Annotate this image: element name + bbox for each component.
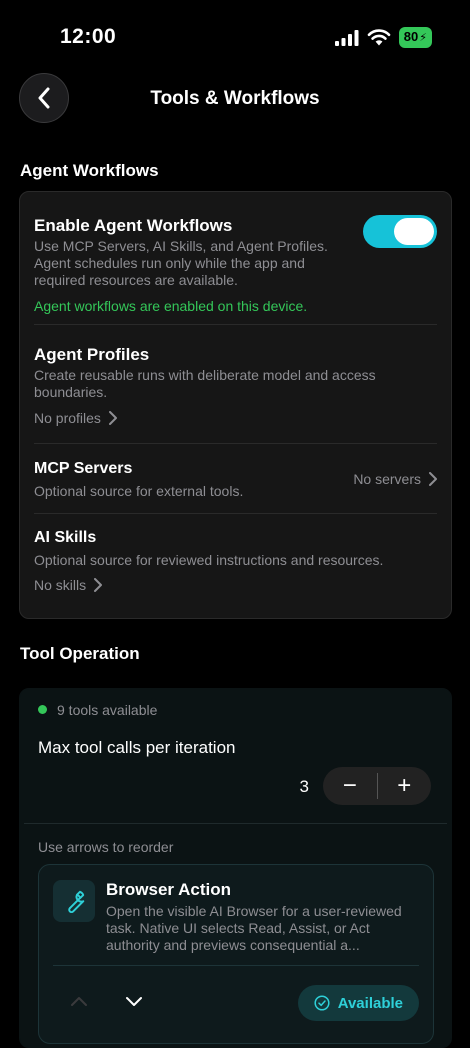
battery-indicator: 80⚡: [398, 27, 432, 48]
agent-profiles-link[interactable]: No profiles: [34, 410, 117, 426]
enable-workflows-toggle[interactable]: [363, 215, 437, 248]
check-circle-icon: [314, 995, 330, 1011]
mcp-servers-description: Optional source for external tools.: [34, 483, 244, 499]
mcp-servers-title: MCP Servers: [34, 460, 133, 477]
agent-profiles-description: Create reusable runs with deliberate mod…: [34, 367, 376, 400]
wrench-icon: [53, 880, 95, 922]
status-time: 12:00: [60, 25, 117, 48]
tools-available-count: 9 tools available: [57, 702, 158, 718]
ai-skills-row[interactable]: AI Skills Optional source for reviewed i…: [34, 514, 437, 619]
toggle-knob: [394, 218, 434, 245]
nav-header: Tools & Workflows: [0, 72, 470, 126]
increment-button[interactable]: +: [378, 767, 432, 805]
tools-status-dot: [38, 705, 47, 714]
move-up-arrow-icon[interactable]: [70, 996, 88, 1007]
chevron-right-icon: [108, 411, 117, 425]
enable-workflows-title: Enable Agent Workflows: [34, 216, 233, 235]
tool-description: Open the visible AI Browser for a user-r…: [106, 903, 402, 953]
agent-profiles-row[interactable]: Agent Profiles Create reusable runs with…: [34, 325, 437, 444]
enable-workflows-row: Enable Agent Workflows Use MCP Servers, …: [34, 192, 437, 325]
max-tool-calls-value: 3: [299, 777, 309, 796]
page-title: Tools & Workflows: [150, 88, 320, 109]
charging-bolt-icon: ⚡: [419, 32, 427, 44]
status-bar: 12:00 80⚡: [0, 0, 470, 70]
tool-card-divider: [53, 965, 419, 966]
ai-skills-title: AI Skills: [34, 529, 97, 546]
agent-profiles-title: Agent Profiles: [34, 345, 150, 364]
status-icons: 80⚡: [334, 27, 432, 48]
ai-skills-link[interactable]: No skills: [34, 577, 103, 593]
chevron-right-icon: [94, 578, 103, 592]
agent-workflows-heading: Agent Workflows: [20, 161, 159, 180]
wifi-icon: [367, 29, 391, 46]
availability-label: Available: [337, 994, 403, 1012]
tool-operation-heading: Tool Operation: [20, 644, 140, 663]
tool-name: Browser Action: [106, 880, 232, 899]
move-down-arrow-icon[interactable]: [125, 996, 143, 1007]
workflows-status: Agent workflows are enabled on this devi…: [34, 298, 308, 314]
agent-workflows-card: Enable Agent Workflows Use MCP Servers, …: [19, 191, 452, 619]
mcp-servers-link[interactable]: No servers: [353, 471, 437, 487]
availability-badge: Available: [297, 985, 419, 1021]
enable-workflows-description: Use MCP Servers, AI Skills, and Agent Pr…: [34, 238, 328, 288]
ai-skills-description: Optional source for reviewed instruction…: [34, 552, 384, 568]
tool-card-browser-action[interactable]: Browser Action Open the visible AI Brows…: [38, 864, 434, 1044]
mcp-servers-value: No servers: [353, 471, 421, 487]
signal-icon: [334, 29, 359, 46]
mcp-servers-row[interactable]: MCP Servers Optional source for external…: [34, 444, 437, 514]
max-tool-calls-label: Max tool calls per iteration: [38, 738, 236, 757]
chevron-right-icon: [429, 472, 437, 486]
agent-profiles-value: No profiles: [34, 410, 101, 426]
decrement-button[interactable]: −: [323, 767, 377, 805]
reorder-hint: Use arrows to reorder: [38, 839, 174, 855]
battery-level: 80: [403, 29, 419, 44]
ai-skills-value: No skills: [34, 577, 87, 593]
max-tool-calls-stepper: − +: [323, 767, 431, 805]
divider: [24, 823, 447, 824]
